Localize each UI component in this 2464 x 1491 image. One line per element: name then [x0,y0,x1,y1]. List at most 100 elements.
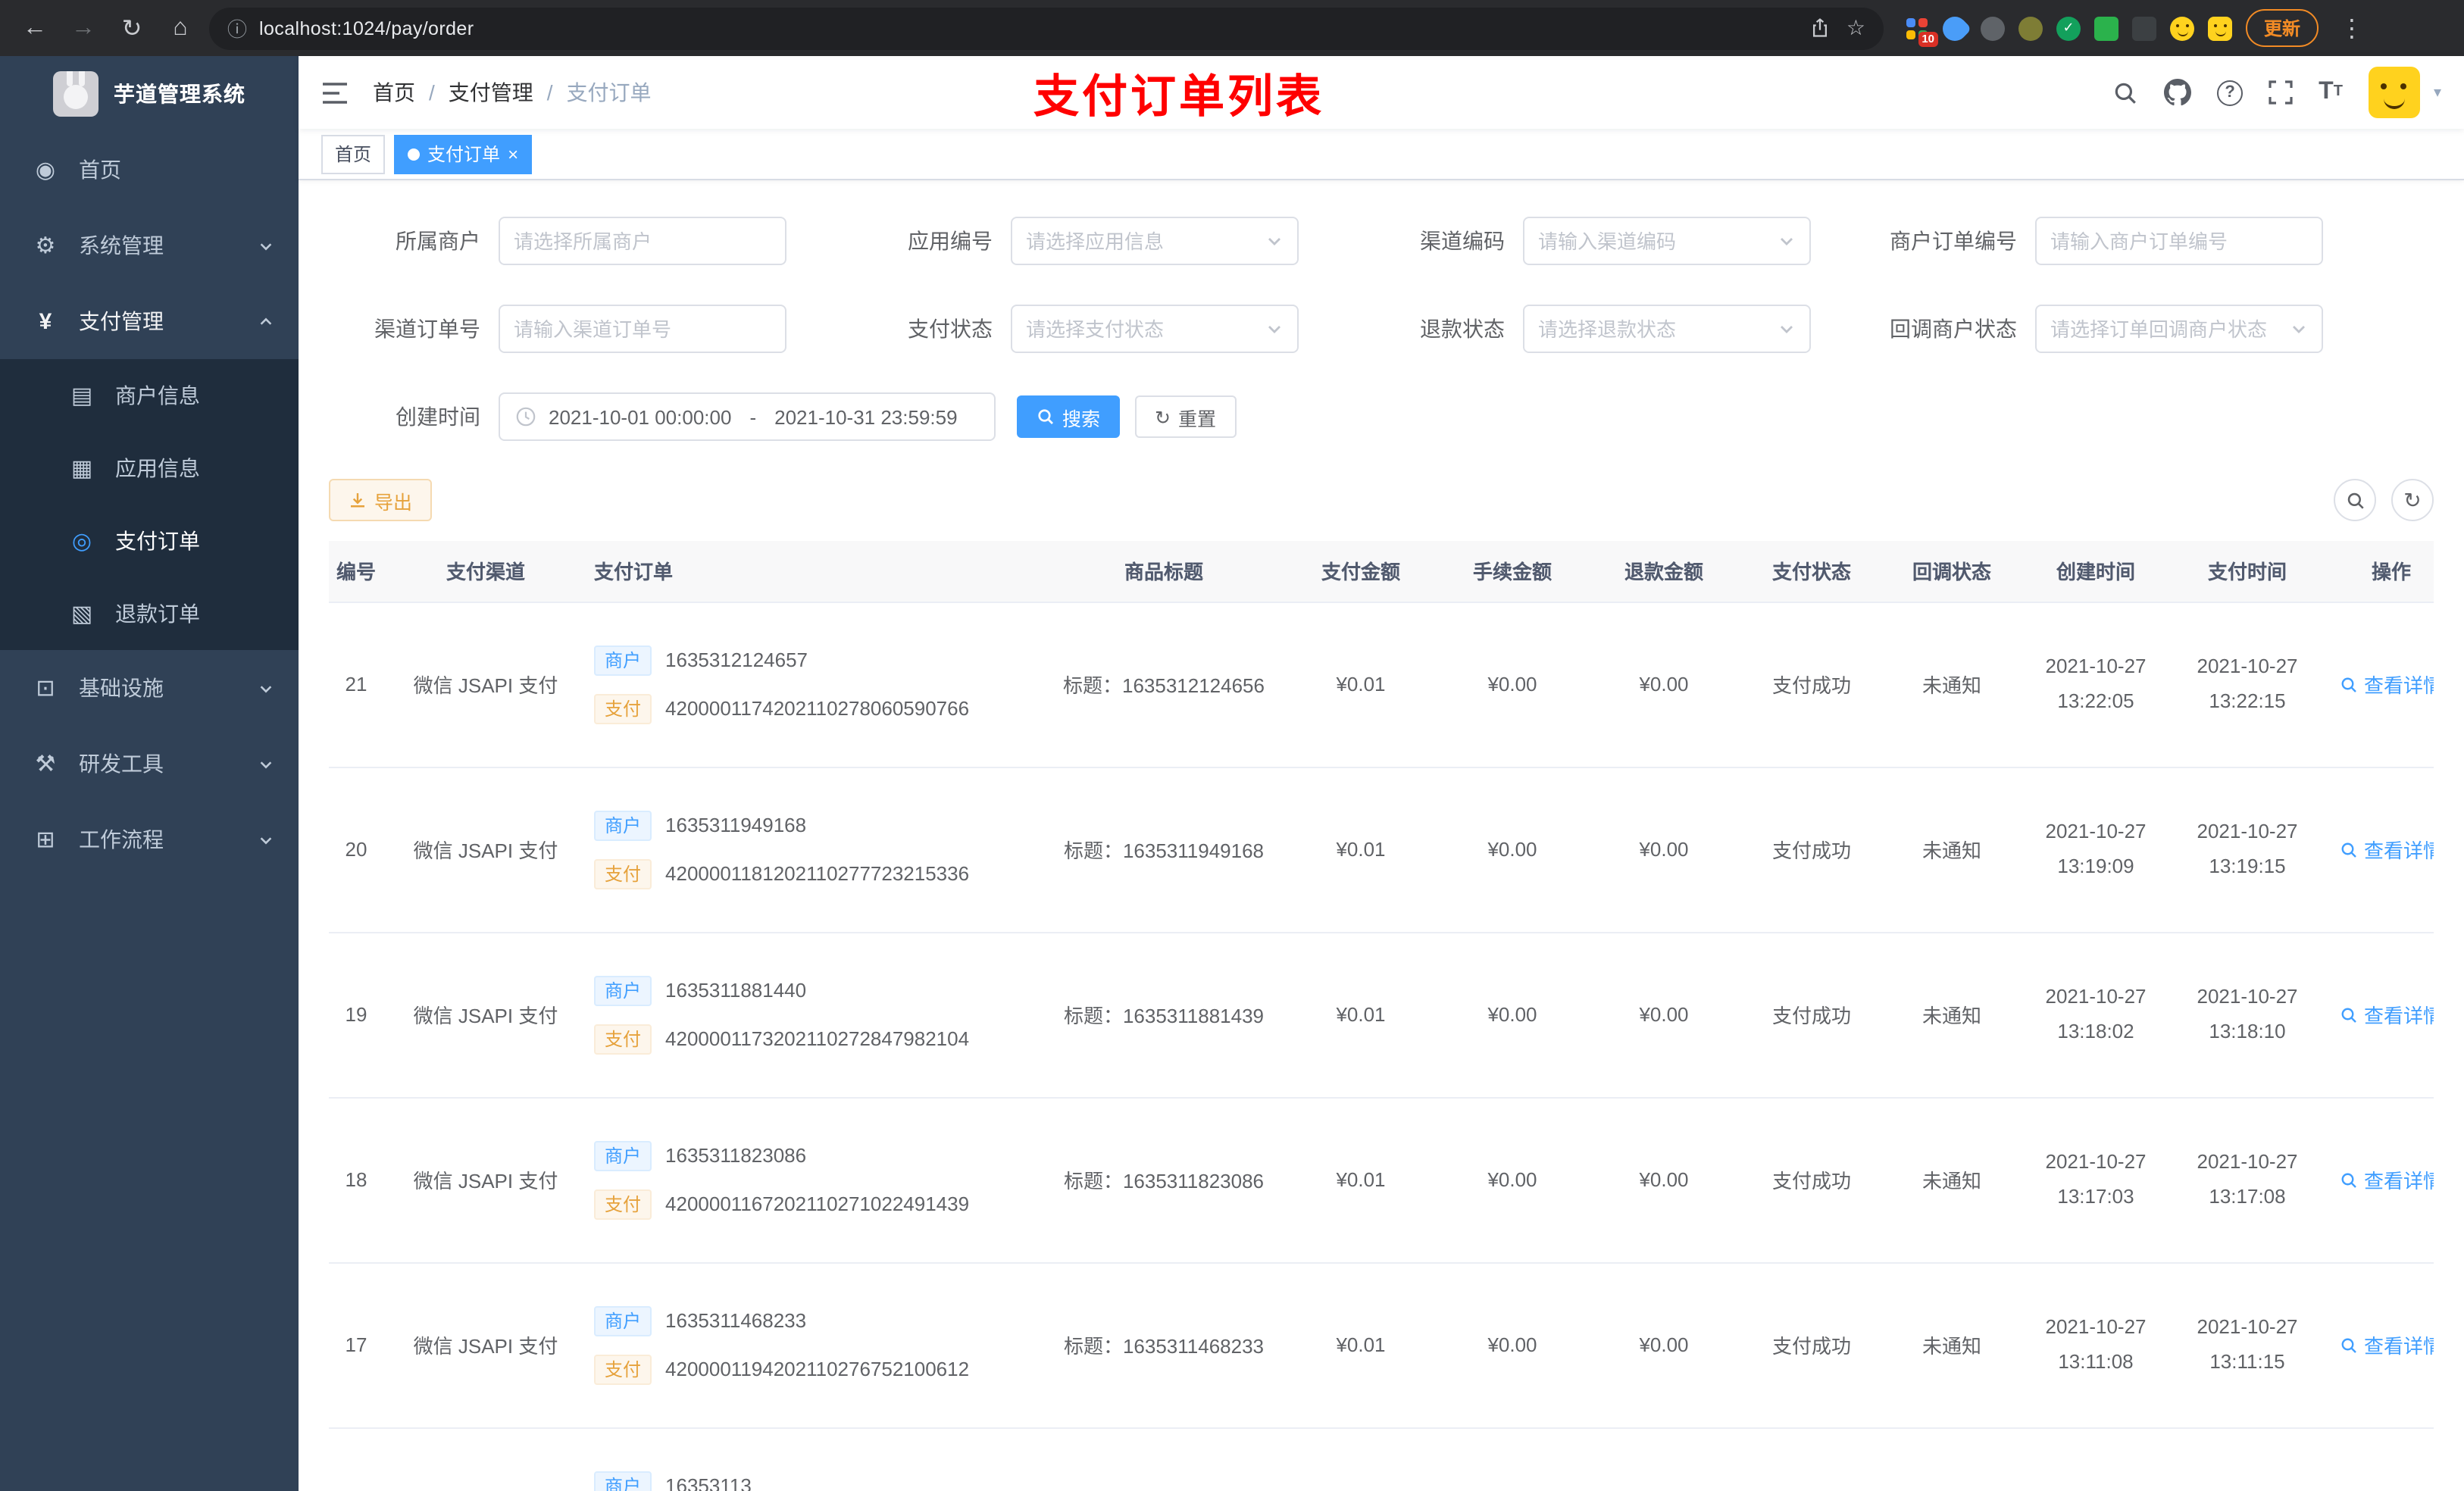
create-time-filter-label: 创建时间 [396,405,480,429]
pay-status-filter-label: 支付状态 [908,317,993,341]
extension-check-icon[interactable]: ✓ [2056,16,2081,40]
sidebar-subitem-merchant-info[interactable]: ▤ 商户信息 [0,359,299,432]
view-detail-label: 查看详情 [2363,674,2434,697]
create-time-range-picker[interactable]: 2021-10-01 00:00:00 - 2021-10-31 23:59:5… [499,392,996,441]
chevron-down-icon [258,680,274,696]
reset-button[interactable]: ↻ 重置 [1135,395,1237,438]
dashboard-icon: ◉ [35,158,56,183]
export-button[interactable]: 导出 [329,479,433,521]
extension-chat-icon[interactable] [2094,16,2118,40]
sidebar-item-home[interactable]: ◉ 首页 [0,132,299,208]
view-detail-link[interactable]: 查看详情 [2340,835,2434,864]
fullscreen-icon-button[interactable] [2269,80,2293,105]
refund-status-filter-input[interactable] [1538,317,1768,340]
sidebar-item-label: 商户信息 [115,383,200,408]
app-no-filter-input[interactable] [1026,230,1256,252]
extension-grid-icon[interactable]: 10 [1905,16,1938,46]
back-button[interactable]: ← [15,8,55,48]
merchant-badge: 商户 [594,810,652,840]
app-logo[interactable]: 芋道管理系统 [0,56,299,132]
bookmark-star-icon[interactable]: ☆ [1846,15,1865,41]
sidebar-item-label: 支付管理 [79,309,164,333]
update-button[interactable]: 更新 [2246,9,2319,47]
breadcrumb: 首页 / 支付管理 / 支付订单 [373,77,652,108]
col-actions: 操作 [2323,541,2434,602]
sidebar-subitem-app-info[interactable]: ▦ 应用信息 [0,432,299,505]
merchant-order-no-filter-input-wrap [2035,217,2323,265]
github-icon-button[interactable] [2164,79,2192,106]
pay-status-filter-input[interactable] [1026,317,1256,340]
cell-create-time: 2021-10-27 13:17:03 [2020,1097,2172,1263]
pay-order-no: 4200001181202110277723215336 [665,862,970,885]
profile-avatar[interactable] [2208,16,2232,40]
col-notify: 回调状态 [1884,541,2020,602]
breadcrumb-item-current: 支付订单 [566,80,652,105]
channel-order-no-filter-input-wrap [499,305,786,353]
extension-olive-icon[interactable] [2018,16,2043,40]
sidebar-subitem-pay-order[interactable]: ◎ 支付订单 [0,505,299,577]
reload-button[interactable]: ↻ [112,8,152,48]
avatar-caret-icon[interactable]: ▾ [2434,84,2441,101]
toolbar-refresh-button[interactable]: ↻ [2391,479,2434,521]
cell-channel: 微信 JSAPI 支付 [399,767,573,933]
sidebar-subitem-refund-order[interactable]: ▧ 退款订单 [0,577,299,650]
view-detail-link[interactable]: 查看详情 [2340,1000,2434,1029]
channel-order-no-filter-label: 渠道订单号 [374,317,480,341]
download-icon [349,491,367,509]
share-icon[interactable] [1810,17,1831,39]
breadcrumb-item-home[interactable]: 首页 [373,77,415,108]
create-time-start-value: 2021-10-01 00:00:00 [549,405,732,428]
merchant-filter-input[interactable] [514,230,771,252]
cell-create-time: 2021-10-27 13:11:08 [2020,1262,2172,1428]
help-icon-button[interactable]: ? [2217,80,2244,105]
date-range-separator: - [749,405,757,428]
font-size-icon-button[interactable]: TT [2319,80,2343,105]
view-detail-link[interactable]: 查看详情 [2340,1165,2434,1194]
cell-id: 18 [329,1097,399,1263]
view-detail-link[interactable]: 查看详情 [2340,670,2434,699]
tab-close-icon[interactable]: × [508,145,518,163]
merchant-badge: 商户 [594,1305,652,1336]
sidebar-item-infrastructure[interactable]: ⊡ 基础设施 [0,650,299,726]
search-icon-button[interactable] [2112,80,2138,105]
search-button[interactable]: 搜索 [1017,395,1121,438]
cell-fee: ¥0.00 [1437,1262,1588,1428]
sidebar-item-payment[interactable]: ¥ 支付管理 [0,283,299,359]
col-fee: 手续金额 [1437,541,1588,602]
sidebar-item-system[interactable]: ⚙ 系统管理 [0,208,299,283]
sidebar-item-devtools[interactable]: ⚒ 研发工具 [0,726,299,802]
address-bar[interactable]: ⓘ localhost:1024/pay/order ☆ [209,7,1884,49]
sidebar-item-label: 支付订单 [115,529,200,553]
home-button[interactable]: ⌂ [161,8,200,48]
extension-drop-icon[interactable] [1937,11,1972,45]
channel-order-no-filter-input[interactable] [514,317,771,340]
extension-emoji-icon[interactable] [2170,16,2194,40]
reset-button-label: 重置 [1178,408,1217,430]
notify-status-filter-input[interactable] [2050,317,2281,340]
tags-view-bar: 首页 支付订单 × [299,129,2464,180]
browser-menu-button[interactable]: ⋮ [2332,8,2372,48]
view-detail-link[interactable]: 查看详情 [2340,1330,2434,1359]
toolbar-search-toggle-button[interactable] [2334,479,2376,521]
tab-home[interactable]: 首页 [321,134,386,173]
channel-code-filter-input[interactable] [1538,230,1768,252]
user-avatar[interactable] [2368,67,2420,118]
info-icon[interactable]: ⓘ [227,14,247,42]
extension-pin-icon[interactable] [2132,16,2156,40]
monitor-icon: ⊡ [36,676,55,702]
cell-pay-order: 商户 1635311881440 支付 4200001173202110272847… [573,932,1043,1098]
page-content: 所属商户 应用编号 渠道编码 [299,180,2464,1491]
sidebar-item-workflow[interactable]: ⊞ 工作流程 [0,802,299,877]
browser-toolbar: ← → ↻ ⌂ ⓘ localhost:1024/pay/order ☆ 10 … [0,0,2464,56]
merchant-order-no-filter-input[interactable] [2050,230,2308,252]
cell-amount: ¥0.01 [1285,932,1437,1098]
breadcrumb-item-payment[interactable]: 支付管理 [449,77,533,108]
extension-gray-icon[interactable] [1981,16,2005,40]
cell-notify: 未通知 [1884,932,2020,1098]
cell-pay-order: 商户 1635311949168 支付 4200001181202110277723… [573,767,1043,933]
sidebar: 芋道管理系统 ◉ 首页 ⚙ 系统管理 ¥ 支付管理 ▤ 商户信息 ▦ 应用信息 … [0,56,299,1491]
tab-pay-order[interactable]: 支付订单 × [394,134,533,173]
forward-button[interactable]: → [64,8,103,48]
hamburger-button[interactable] [321,81,349,104]
cell-id: 21 [329,602,399,767]
